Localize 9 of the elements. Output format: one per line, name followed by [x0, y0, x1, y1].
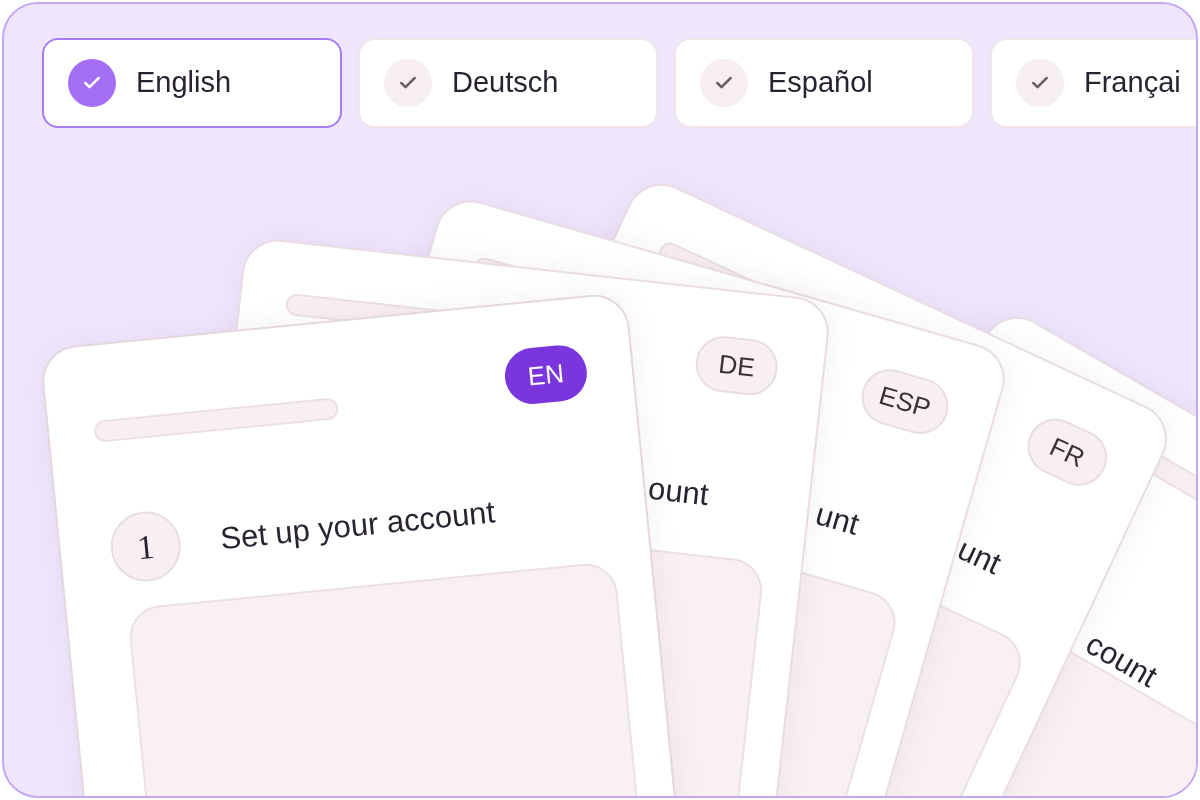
language-tab[interactable]: Françai [990, 38, 1196, 128]
language-tab[interactable]: English [42, 38, 342, 128]
language-tab[interactable]: Español [674, 38, 974, 128]
card-title: unt [810, 495, 864, 544]
card-title: unt [951, 530, 1008, 584]
card-title: ount [645, 469, 711, 515]
card-title: count [1079, 624, 1165, 697]
language-tab[interactable]: Deutsch [358, 38, 658, 128]
card-title: Set up your account [218, 493, 498, 559]
